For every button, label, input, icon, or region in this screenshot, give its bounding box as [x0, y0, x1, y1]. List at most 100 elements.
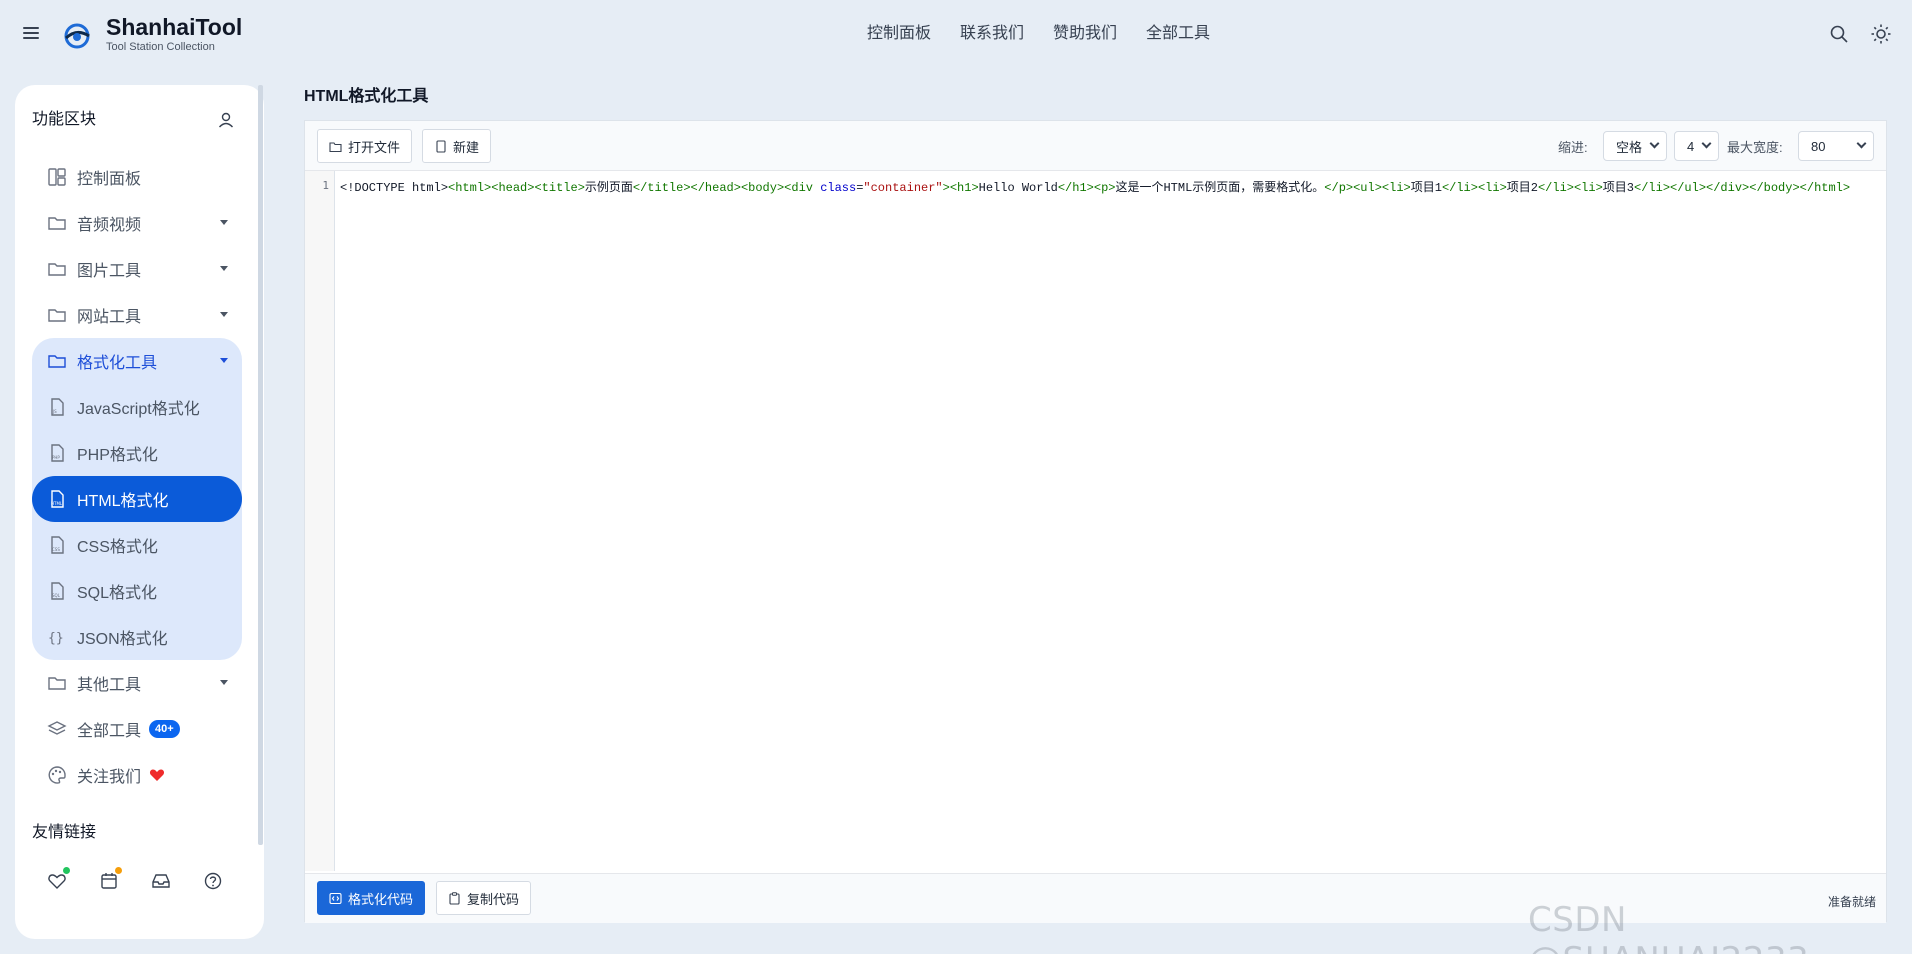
top-nav: 控制面板 联系我们 赞助我们 全部工具: [867, 24, 1210, 44]
svg-text:PHP: PHP: [52, 455, 60, 460]
sidebar-item-label: 控制面板: [77, 171, 142, 188]
svg-text:SQL: SQL: [52, 593, 61, 598]
page-title: HTML格式化工具: [304, 88, 429, 105]
braces-icon: {}: [48, 631, 64, 646]
count-badge: 40+: [149, 720, 180, 738]
new-button[interactable]: 新建: [422, 129, 492, 163]
open-file-button[interactable]: 打开文件: [317, 129, 413, 163]
sidebar-item-label: 图片工具: [77, 263, 142, 280]
indent-size-value: 4: [1687, 138, 1695, 154]
clipboard-icon: [449, 891, 460, 905]
chevron-down-icon: [220, 358, 228, 363]
chevron-down-icon: [1649, 138, 1660, 149]
folder-icon: [48, 263, 66, 276]
brand-title: ShanhaiTool: [106, 14, 243, 40]
folder-icon: [48, 309, 66, 322]
inbox-link[interactable]: [151, 871, 171, 891]
sidebar-item-website-tools[interactable]: 网站工具: [32, 292, 242, 338]
sidebar-item-json-format[interactable]: {} JSON格式化: [32, 614, 242, 660]
brand[interactable]: ShanhaiTool Tool Station Collection: [106, 14, 242, 54]
sidebar-item-format-tools[interactable]: 格式化工具: [32, 338, 242, 384]
indent-size-select[interactable]: 4: [1674, 131, 1719, 161]
indent-type-select[interactable]: 空格: [1603, 131, 1667, 161]
php-file-icon: PHP: [51, 444, 64, 462]
sidebar-item-label: 其他工具: [77, 677, 142, 694]
status-dot: [115, 867, 122, 874]
editor-card: 打开文件 新建 缩进: 空格 4 最大宽度: 80 1 <!DOCTYPE ht…: [304, 120, 1887, 923]
sidebar-item-label: JavaScript格式化: [77, 401, 200, 418]
favorite-link[interactable]: [47, 867, 70, 891]
editor-toolbar: 打开文件 新建 缩进: 空格 4 最大宽度: 80: [305, 121, 1886, 171]
hamburger-menu-icon[interactable]: [20, 24, 42, 46]
format-code-label: 格式化代码: [348, 891, 414, 907]
line-gutter: 1: [305, 171, 335, 871]
sidebar-title: 功能区块: [32, 111, 97, 128]
svg-text:{}: {}: [48, 631, 64, 646]
sidebar-item-label: 全部工具: [77, 723, 142, 740]
chevron-down-icon: [220, 266, 228, 271]
sidebar-item-all-tools[interactable]: 全部工具 40+: [32, 706, 242, 752]
sidebar-item-follow-us[interactable]: 关注我们: [32, 752, 242, 798]
sidebar-item-image-tools[interactable]: 图片工具: [32, 246, 242, 292]
layers-icon: [47, 721, 67, 735]
sql-file-icon: SQL: [51, 582, 64, 600]
max-width-value: 80: [1811, 138, 1826, 154]
sidebar-bottom-icons: [47, 867, 223, 891]
status-dot: [63, 867, 70, 874]
sidebar-item-label: SQL格式化: [77, 585, 158, 602]
copy-code-button[interactable]: 复制代码: [436, 881, 532, 915]
top-header: ShanhaiTool Tool Station Collection 控制面板…: [0, 0, 1912, 68]
sidebar-item-label: 格式化工具: [77, 355, 158, 372]
sidebar-item-label: JSON格式化: [77, 631, 168, 648]
sidebar-item-html-format[interactable]: HTML HTML格式化: [32, 476, 242, 522]
sidebar-item-label: 音频视频: [77, 217, 142, 234]
sidebar-item-label: PHP格式化: [77, 447, 158, 464]
nav-sponsor[interactable]: 赞助我们: [1053, 24, 1117, 44]
chevron-down-icon: [1701, 138, 1712, 149]
sidebar-item-label: CSS格式化: [77, 539, 158, 556]
watermark: CSDN @SHANHAI2233: [1528, 900, 1809, 954]
folder-icon: [48, 677, 66, 690]
heart-icon: [149, 769, 165, 781]
code-icon: [329, 892, 342, 904]
indent-label: 缩进:: [1558, 140, 1588, 155]
nav-dashboard[interactable]: 控制面板: [867, 24, 931, 44]
js-file-icon: JS: [51, 398, 64, 416]
code-editor[interactable]: 1 <!DOCTYPE html><html><head><title>示例页面…: [305, 171, 1886, 871]
nav-all-tools[interactable]: 全部工具: [1146, 24, 1210, 44]
folder-open-icon: [329, 141, 342, 152]
friend-links-title: 友情链接: [32, 824, 97, 841]
chevron-down-icon: [220, 680, 228, 685]
sidebar-item-audio-video[interactable]: 音频视频: [32, 200, 242, 246]
max-width-select[interactable]: 80: [1798, 131, 1874, 161]
sidebar-item-sql-format[interactable]: SQL SQL格式化: [32, 568, 242, 614]
user-icon[interactable]: [217, 111, 235, 129]
sidebar-item-js-format[interactable]: JS JavaScript格式化: [32, 384, 242, 430]
search-icon[interactable]: [1828, 23, 1850, 45]
svg-text:HTML: HTML: [51, 501, 63, 506]
sidebar-item-php-format[interactable]: PHP PHP格式化: [32, 430, 242, 476]
code-line[interactable]: <!DOCTYPE html><html><head><title>示例页面</…: [340, 178, 1885, 195]
help-link[interactable]: [203, 871, 223, 891]
logo-icon: [64, 23, 90, 49]
theme-toggle-icon[interactable]: [1870, 23, 1892, 45]
chevron-down-icon: [1856, 138, 1867, 149]
new-label: 新建: [453, 139, 480, 155]
format-code-button[interactable]: 格式化代码: [317, 881, 426, 915]
svg-text:JS: JS: [52, 409, 57, 414]
dashboard-icon: [48, 168, 66, 186]
sidebar-item-label: 关注我们: [77, 769, 142, 786]
sidebar-item-css-format[interactable]: CSS CSS格式化: [32, 522, 242, 568]
sidebar-item-dashboard[interactable]: 控制面板: [32, 154, 242, 200]
sidebar-item-other-tools[interactable]: 其他工具: [32, 660, 242, 706]
palette-icon: [48, 766, 66, 784]
sidebar-scrollbar[interactable]: [258, 85, 263, 845]
line-number: 1: [322, 179, 329, 192]
open-file-label: 打开文件: [348, 139, 401, 155]
sidebar-header: 功能区块: [32, 107, 247, 133]
copy-code-label: 复制代码: [467, 891, 520, 907]
svg-text:CSS: CSS: [52, 547, 60, 552]
inbox-icon: [152, 874, 170, 888]
calendar-link[interactable]: [99, 867, 122, 891]
nav-contact[interactable]: 联系我们: [960, 24, 1024, 44]
